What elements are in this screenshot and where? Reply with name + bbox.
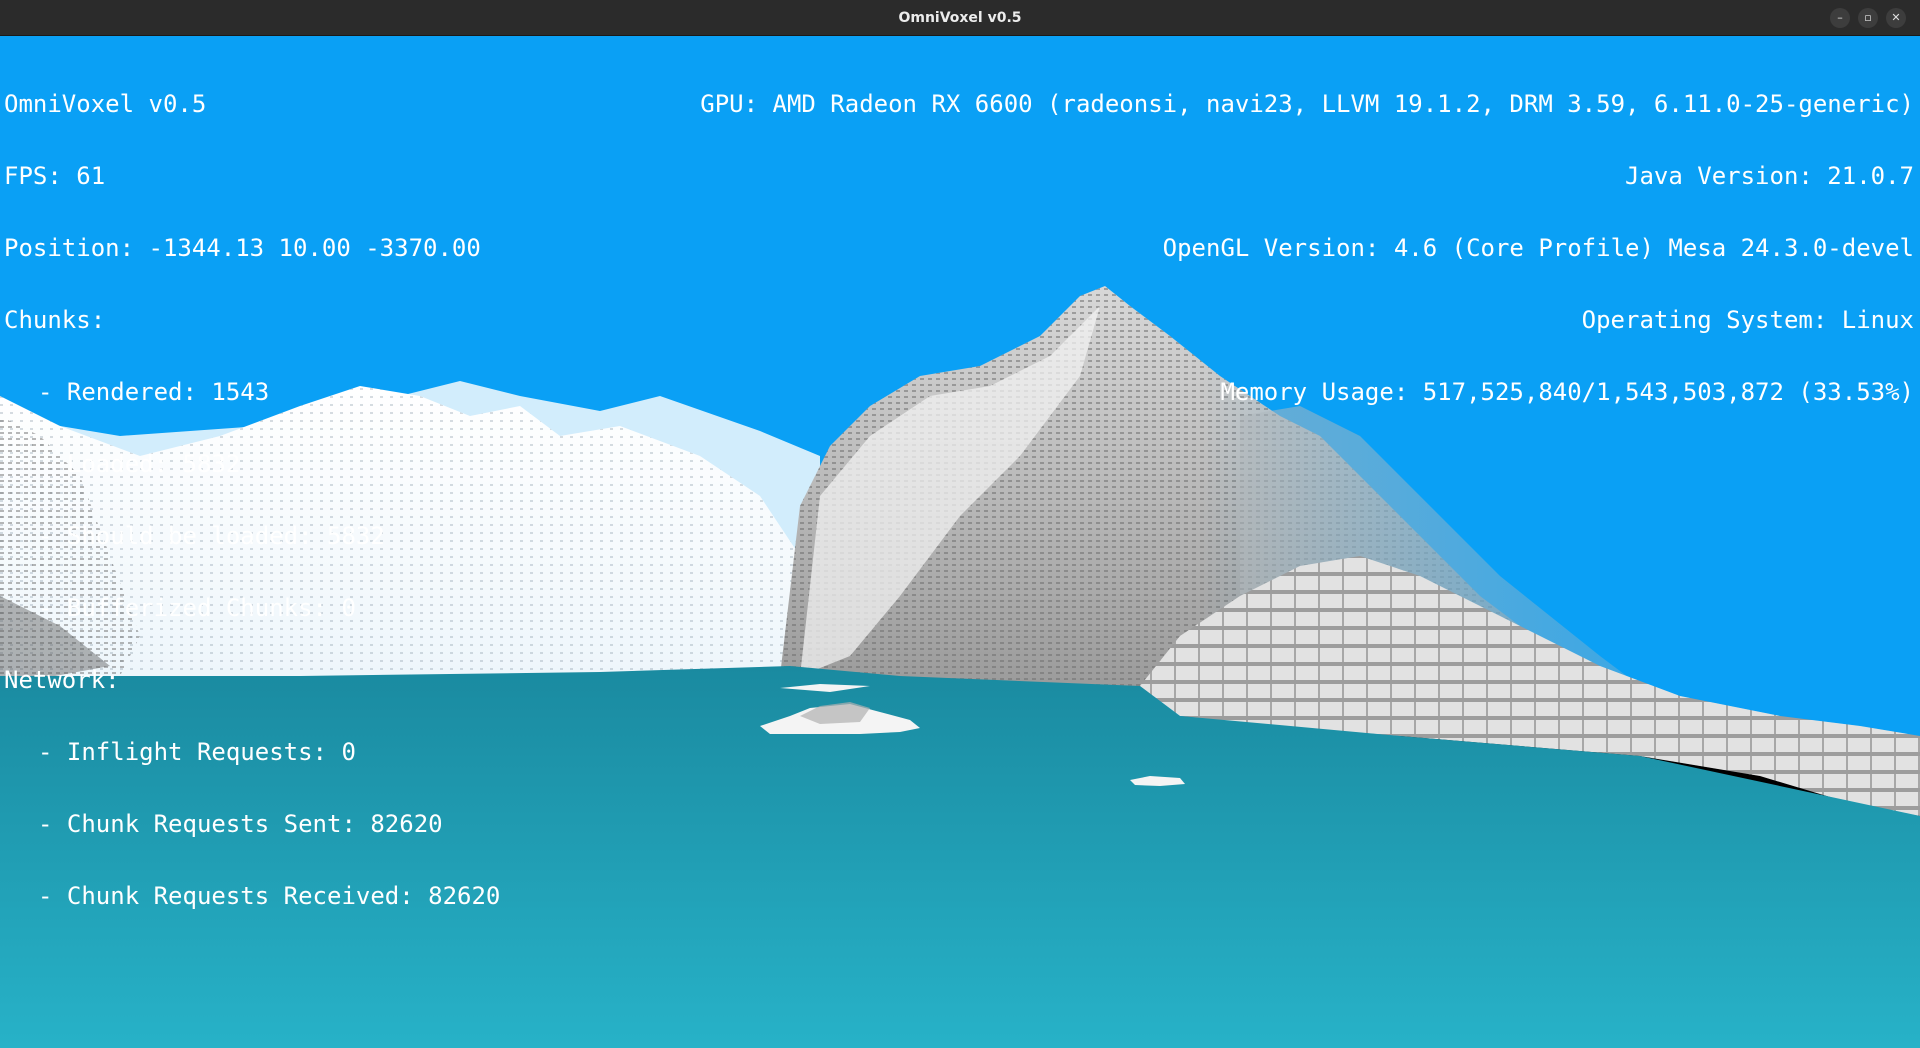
position-text: Position: -1344.13 10.00 -3370.00	[4, 234, 481, 262]
network-header: Network:	[4, 666, 120, 694]
game-window: OmniVoxel v0.5 – ▫ ✕ OmniVoxel v0.5 FPS:…	[0, 0, 1920, 1048]
opengl-version-text: OpenGL Version: 4.6 (Core Profile) Mesa …	[1162, 234, 1914, 262]
maximize-button[interactable]: ▫	[1858, 8, 1878, 28]
network-received-text: Chunk Requests Received: 82620	[4, 884, 500, 908]
chunks-loaded-text: Loaded: 5832	[4, 452, 500, 476]
close-button[interactable]: ✕	[1886, 8, 1906, 28]
fps-text: FPS: 61	[4, 162, 106, 190]
chunks-rendered-text: Rendered: 1543	[4, 380, 500, 404]
chunks-header: Chunks:	[4, 306, 106, 334]
java-version-text: Java Version: 21.0.7	[1625, 162, 1914, 190]
window-title: OmniVoxel v0.5	[898, 10, 1022, 26]
chunks-should-be-loaded-text: Should be loaded: 5832	[4, 524, 500, 548]
game-viewport[interactable]: OmniVoxel v0.5 FPS: 61 Position: -1344.1…	[0, 36, 1920, 1048]
gpu-text: GPU: AMD Radeon RX 6600 (radeonsi, navi2…	[700, 90, 1914, 118]
title-bar[interactable]: OmniVoxel v0.5 – ▫ ✕	[0, 0, 1920, 36]
network-inflight-text: Inflight Requests: 0	[4, 740, 500, 764]
minimize-button[interactable]: –	[1830, 8, 1850, 28]
debug-overlay-left: OmniVoxel v0.5 FPS: 61 Position: -1344.1…	[4, 44, 500, 956]
app-version-text: OmniVoxel v0.5	[4, 90, 207, 118]
chunks-bufferized-text: Bufferized Chunks: 0	[4, 596, 500, 620]
network-sent-text: Chunk Requests Sent: 82620	[4, 812, 500, 836]
operating-system-text: Operating System: Linux	[1581, 306, 1914, 334]
debug-overlay-right: GPU: AMD Radeon RX 6600 (radeonsi, navi2…	[700, 44, 1914, 452]
memory-usage-text: Memory Usage: 517,525,840/1,543,503,872 …	[1220, 378, 1914, 406]
